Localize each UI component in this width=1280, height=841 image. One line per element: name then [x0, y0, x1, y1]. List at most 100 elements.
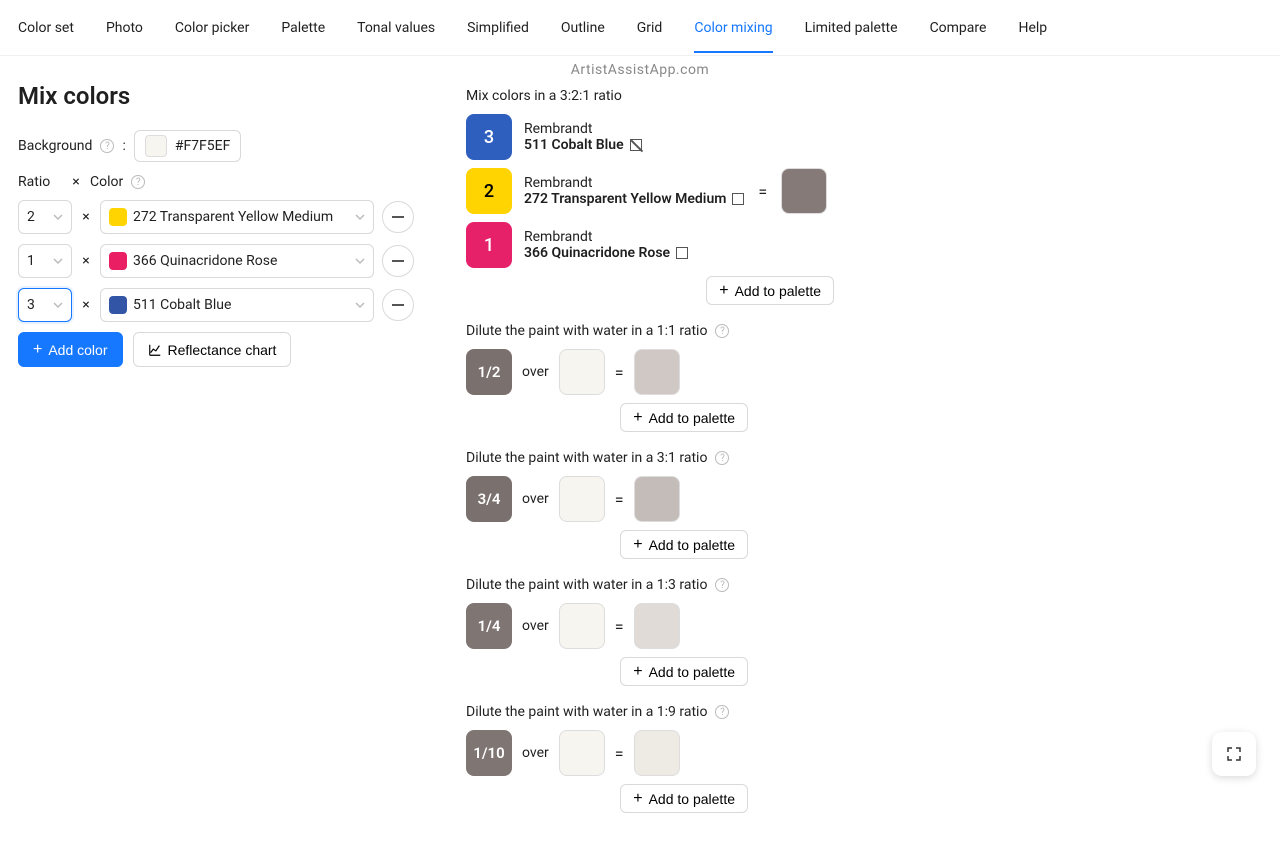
color-header: Color: [90, 174, 123, 190]
reflectance-chart-button[interactable]: Reflectance chart: [133, 332, 292, 367]
site-name: ArtistAssistApp.com: [0, 62, 1280, 78]
ratio-select[interactable]: 1: [18, 244, 72, 278]
fraction-box: 1/4: [466, 603, 512, 649]
add-palette-label: Add to palette: [649, 664, 735, 680]
over-label: over: [522, 745, 549, 761]
minus-icon: [392, 216, 404, 218]
help-icon[interactable]: ?: [100, 139, 114, 153]
add-palette-label: Add to palette: [735, 283, 821, 299]
color-name: 366 Quinacridone Rose: [133, 253, 349, 269]
tab-palette[interactable]: Palette: [281, 4, 325, 52]
times: ×: [80, 209, 92, 225]
add-to-palette-button[interactable]: Add to palette: [706, 276, 834, 305]
brand: Rembrandt: [524, 121, 642, 137]
color-swatch: [109, 296, 127, 314]
color-select[interactable]: 366 Quinacridone Rose: [100, 244, 374, 278]
color-swatch: [109, 208, 127, 226]
add-to-palette-button[interactable]: Add to palette: [620, 530, 748, 559]
ratio-box: 1: [466, 222, 512, 268]
ratio-select[interactable]: 3: [18, 288, 72, 322]
ingredient: 2 Rembrandt272 Transparent Yellow Medium: [466, 168, 744, 214]
add-palette-label: Add to palette: [649, 537, 735, 553]
equals: =: [615, 744, 624, 763]
remove-button[interactable]: [382, 201, 414, 233]
over-swatch: [559, 603, 605, 649]
equals: =: [615, 490, 624, 509]
equals: =: [758, 182, 767, 201]
color-select[interactable]: 272 Transparent Yellow Medium: [100, 200, 374, 234]
minus-icon: [392, 304, 404, 306]
paint-name: 511 Cobalt Blue: [524, 137, 642, 153]
mix-result-swatch: [781, 168, 827, 214]
ratio-header: Ratio: [18, 174, 62, 190]
color-select[interactable]: 511 Cobalt Blue: [100, 288, 374, 322]
fraction-box: 3/4: [466, 476, 512, 522]
tab-color-mixing[interactable]: Color mixing: [694, 4, 772, 52]
ratio-value: 1: [27, 253, 35, 269]
over-label: over: [522, 364, 549, 380]
ratio-box: 2: [466, 168, 512, 214]
over-label: over: [522, 618, 549, 634]
dilute-title: Dilute the paint with water in a 1:9 rat…: [466, 704, 707, 720]
ratio-value: 3: [27, 297, 35, 313]
times: ×: [80, 253, 92, 269]
help-icon[interactable]: ?: [131, 175, 145, 189]
tab-color-set[interactable]: Color set: [18, 4, 74, 52]
tab-grid[interactable]: Grid: [637, 4, 663, 52]
tab-outline[interactable]: Outline: [561, 4, 605, 52]
expand-icon: [1226, 746, 1242, 762]
color-name: 272 Transparent Yellow Medium: [133, 209, 349, 225]
brand: Rembrandt: [524, 175, 744, 191]
help-icon[interactable]: ?: [715, 578, 729, 592]
brand: Rembrandt: [524, 229, 688, 245]
tab-limited-palette[interactable]: Limited palette: [805, 4, 898, 52]
paint-name: 272 Transparent Yellow Medium: [524, 191, 744, 207]
remove-button[interactable]: [382, 289, 414, 321]
tab-tonal-values[interactable]: Tonal values: [357, 4, 435, 52]
main-tabs: Color set Photo Color picker Palette Tonal v…: [0, 0, 1280, 56]
plus-icon: [33, 341, 42, 358]
over-swatch: [559, 349, 605, 395]
dilute-result-swatch: [634, 603, 680, 649]
fullscreen-button[interactable]: [1212, 732, 1256, 776]
square-icon: [630, 139, 642, 151]
background-picker[interactable]: #F7F5EF: [134, 130, 242, 162]
remove-button[interactable]: [382, 245, 414, 277]
ratio-select[interactable]: 2: [18, 200, 72, 234]
dilute-title: Dilute the paint with water in a 1:3 rat…: [466, 577, 707, 593]
add-color-button[interactable]: Add color: [18, 332, 123, 367]
help-icon[interactable]: ?: [715, 451, 729, 465]
add-to-palette-button[interactable]: Add to palette: [620, 657, 748, 686]
dilute-result-swatch: [634, 476, 680, 522]
ratio-value: 2: [27, 209, 35, 225]
background-value: #F7F5EF: [175, 138, 231, 154]
add-palette-label: Add to palette: [649, 410, 735, 426]
reflectance-label: Reflectance chart: [168, 342, 277, 358]
ingredient: 1 Rembrandt366 Quinacridone Rose: [466, 222, 744, 268]
equals: =: [615, 363, 624, 382]
tab-compare[interactable]: Compare: [930, 4, 987, 52]
over-label: over: [522, 491, 549, 507]
help-icon[interactable]: ?: [715, 705, 729, 719]
tab-simplified[interactable]: Simplified: [467, 4, 529, 52]
add-color-label: Add color: [48, 342, 107, 358]
background-swatch: [145, 135, 167, 157]
add-to-palette-button[interactable]: Add to palette: [620, 403, 748, 432]
tab-photo[interactable]: Photo: [106, 4, 143, 52]
dilute-result-swatch: [634, 730, 680, 776]
page-title: Mix colors: [18, 82, 438, 110]
minus-icon: [392, 260, 404, 262]
help-icon[interactable]: ?: [715, 324, 729, 338]
paint-name: 366 Quinacridone Rose: [524, 245, 688, 261]
tab-help[interactable]: Help: [1018, 4, 1047, 52]
plus-icon: [633, 663, 642, 680]
over-swatch: [559, 476, 605, 522]
dilute-title: Dilute the paint with water in a 3:1 rat…: [466, 450, 707, 466]
add-to-palette-button[interactable]: Add to palette: [620, 784, 748, 813]
plus-icon: [633, 790, 642, 807]
background-label: Background: [18, 138, 92, 154]
over-swatch: [559, 730, 605, 776]
dilute-title: Dilute the paint with water in a 1:1 rat…: [466, 323, 707, 339]
tab-color-picker[interactable]: Color picker: [175, 4, 249, 52]
ratio-box: 3: [466, 114, 512, 160]
